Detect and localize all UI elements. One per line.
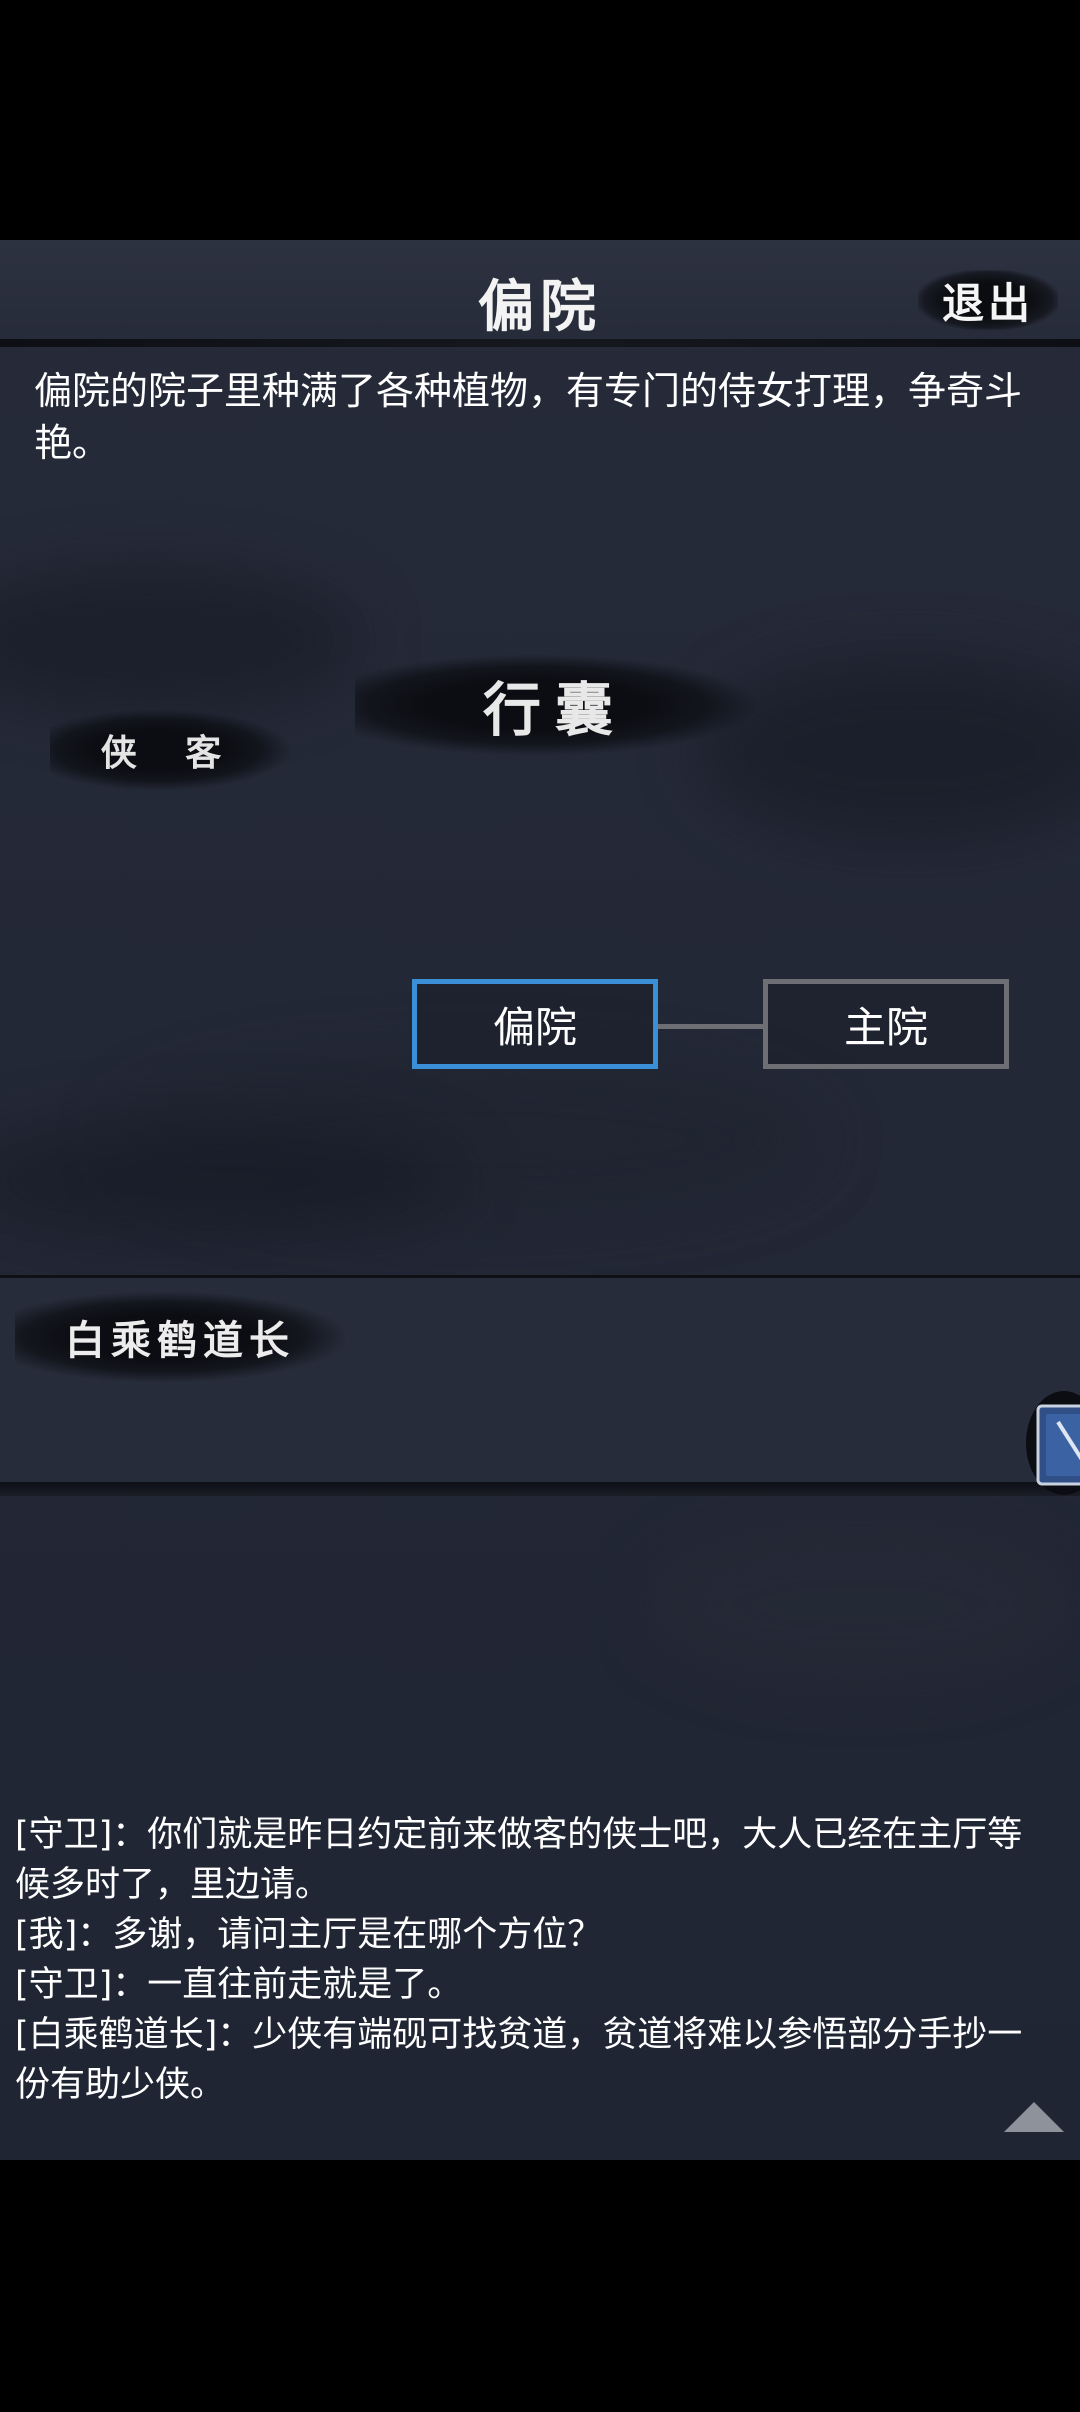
npc-name-button[interactable]: 白乘鹤道长 (15, 1292, 345, 1382)
header-divider (0, 339, 1080, 347)
dialog-line: [守卫]：你们就是昨日约定前来做客的侠士吧，大人已经在主厅等候多时了，里边请。 (15, 1815, 1023, 1905)
dialog-line: [我]：多谢，请问主厅是在哪个方位？ (15, 1915, 603, 1955)
location-description: 偏院的院子里种满了各种植物，有专门的侍女打理，争奇斗艳。 (34, 369, 1023, 465)
book-icon[interactable] (1024, 1388, 1080, 1498)
dialog-line: [白乘鹤道长]：少侠有端砚可找贫道，贫道将难以参悟部分手抄一份有助少侠。 (15, 2015, 1023, 2105)
map-node-side-courtyard[interactable]: 偏院 (412, 979, 658, 1069)
npc-divider-bottom (0, 1482, 1080, 1496)
map-connector (658, 1024, 763, 1029)
header-bar: 偏院 退出 (0, 240, 1080, 345)
triangle-up-icon[interactable] (1002, 2100, 1066, 2134)
dialog-log: [守卫]：你们就是昨日约定前来做客的侠士吧，大人已经在主厅等候多时了，里边请。 … (15, 1810, 1055, 2110)
game-screen: 偏院 退出 偏院的院子里种满了各种植物，有专门的侍女打理，争奇斗艳。 行囊 侠 … (0, 240, 1080, 2160)
dialog-line: [守卫]：一直往前走就是了。 (15, 1965, 463, 2005)
map-node-main-courtyard[interactable]: 主院 (763, 979, 1009, 1069)
exit-button[interactable]: 退出 (918, 270, 1058, 330)
bag-tab[interactable]: 行囊 (355, 655, 755, 755)
hero-tab[interactable]: 侠 客 (50, 710, 290, 790)
